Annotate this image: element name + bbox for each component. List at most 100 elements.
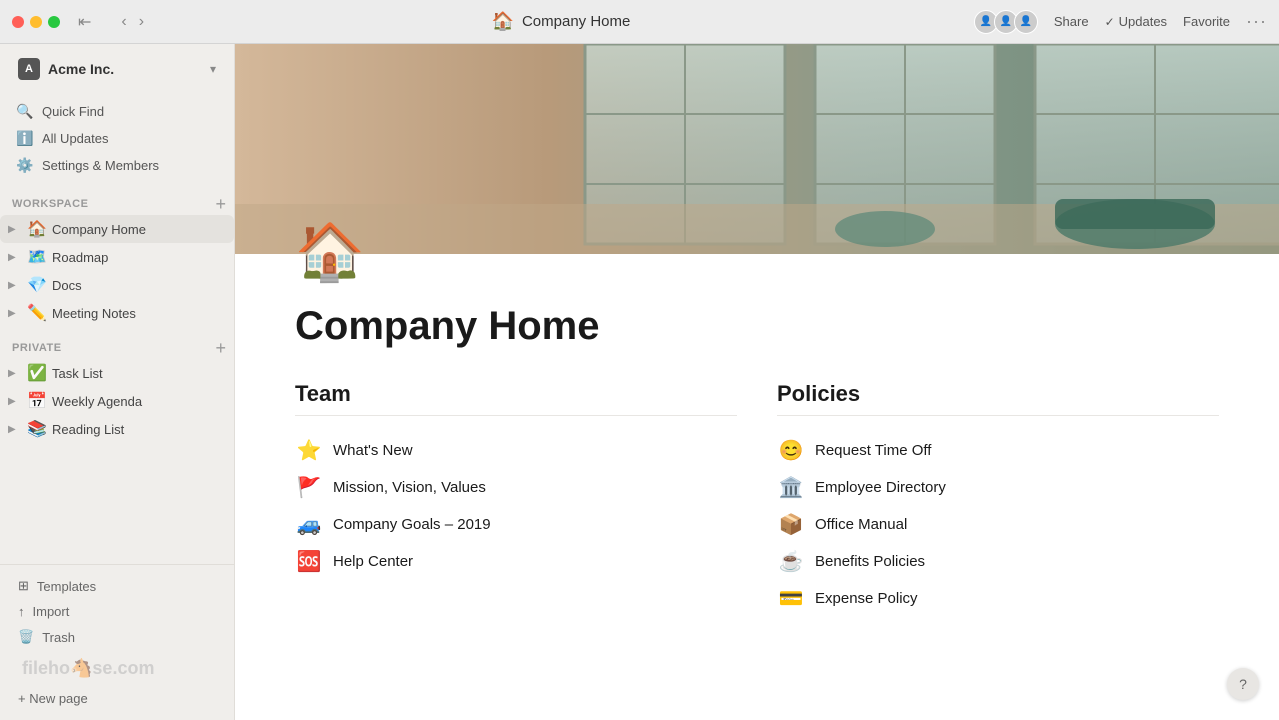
benefits-policies-icon: ☕ (777, 549, 805, 574)
mission-icon: 🚩 (295, 475, 323, 500)
main-content: 🏠 Company Home Team ⭐ What's New 🚩 Missi… (235, 44, 1279, 720)
workspace-header[interactable]: A Acme Inc. ▾ (10, 52, 224, 86)
titlebar-actions: 👤 👤 👤 Share ✓ Updates Favorite ··· (974, 10, 1267, 34)
help-center-icon: 🆘 (295, 549, 323, 574)
page-title-breadcrumb: Company Home (522, 13, 630, 30)
weekly-agenda-label: Weekly Agenda (52, 394, 226, 409)
hero-svg (235, 44, 1279, 254)
link-company-goals[interactable]: 🚙 Company Goals – 2019 (295, 506, 737, 543)
sidebar-top: A Acme Inc. ▾ (0, 44, 234, 94)
filehorse-text: fileho🐴se.com (22, 658, 154, 678)
request-time-off-label: Request Time Off (815, 442, 931, 459)
sidebar-item-docs[interactable]: ▶ 💎 Docs (0, 271, 234, 299)
roadmap-icon: 🗺️ (26, 247, 48, 267)
meeting-notes-icon: ✏️ (26, 303, 48, 323)
company-home-label: Company Home (52, 222, 226, 237)
company-home-icon: 🏠 (26, 219, 48, 239)
sidebar-item-roadmap[interactable]: ▶ 🗺️ Roadmap (0, 243, 234, 271)
policies-column: Policies 😊 Request Time Off 🏛️ Employee … (777, 381, 1219, 617)
page-icon-area: 🏠 (235, 224, 1279, 280)
sidebar-item-meeting-notes[interactable]: ▶ ✏️ Meeting Notes (0, 299, 234, 327)
hero-image (235, 44, 1279, 254)
trash-icon: 🗑️ (18, 629, 34, 645)
sidebar-item-settings[interactable]: ⚙️ Settings & Members (8, 152, 226, 179)
docs-label: Docs (52, 278, 226, 293)
sidebar-item-all-updates[interactable]: ℹ️ All Updates (8, 125, 226, 152)
expense-policy-label: Expense Policy (815, 590, 918, 607)
tree-chevron-icon: ▶ (8, 252, 22, 263)
minimize-button[interactable] (30, 16, 42, 28)
sidebar-item-company-home[interactable]: ▶ 🏠 Company Home ··· + (0, 215, 234, 243)
breadcrumb: 🏠 Company Home (160, 11, 962, 32)
settings-label: Settings & Members (42, 158, 159, 173)
maximize-button[interactable] (48, 16, 60, 28)
page-icon: 🏠 (492, 11, 514, 32)
sidebar-item-task-list[interactable]: ▶ ✅ Task List (0, 359, 234, 387)
request-time-off-icon: 😊 (777, 438, 805, 463)
workspace-section-header: WORKSPACE + (0, 191, 234, 215)
back-button[interactable]: ‹ (117, 11, 130, 33)
tree-chevron-icon: ▶ (8, 224, 22, 235)
sidebar-item-quick-find[interactable]: 🔍 Quick Find (8, 98, 226, 125)
forward-button[interactable]: › (135, 11, 148, 33)
workspace-add-button[interactable]: + (215, 195, 226, 213)
more-options-button[interactable]: ··· (1246, 11, 1267, 32)
sidebar-item-templates[interactable]: ⊞ Templates (10, 573, 224, 599)
templates-icon: ⊞ (18, 578, 29, 594)
traffic-lights (12, 16, 60, 28)
reading-list-label: Reading List (52, 422, 226, 437)
updates-button[interactable]: ✓ Updates (1105, 14, 1167, 29)
reading-list-icon: 📚 (26, 419, 48, 439)
sidebar: A Acme Inc. ▾ 🔍 Quick Find ℹ️ All Update… (0, 44, 235, 720)
link-employee-directory[interactable]: 🏛️ Employee Directory (777, 469, 1219, 506)
sidebar-item-weekly-agenda[interactable]: ▶ 📅 Weekly Agenda (0, 387, 234, 415)
settings-icon: ⚙️ (16, 157, 34, 174)
nav-arrows: ‹ › (117, 11, 148, 33)
link-whats-new[interactable]: ⭐ What's New (295, 432, 737, 469)
all-updates-label: All Updates (42, 131, 108, 146)
private-section: PRIVATE + ▶ ✅ Task List ▶ 📅 Weekly Agend… (0, 335, 234, 443)
team-section-title: Team (295, 381, 737, 416)
close-button[interactable] (12, 16, 24, 28)
toggle-sidebar-button[interactable]: ⇤ (72, 10, 97, 34)
link-help-center[interactable]: 🆘 Help Center (295, 543, 737, 580)
link-office-manual[interactable]: 📦 Office Manual (777, 506, 1219, 543)
new-page-button[interactable]: + New page (10, 685, 224, 712)
task-list-label: Task List (52, 366, 226, 381)
workspace-icon: A (18, 58, 40, 80)
info-icon: ℹ️ (16, 130, 34, 147)
import-icon: ↑ (18, 604, 25, 619)
templates-label: Templates (37, 579, 96, 594)
search-icon: 🔍 (16, 103, 34, 120)
sidebar-bottom: ⊞ Templates ↑ Import 🗑️ Trash fileho🐴se.… (0, 564, 234, 720)
sidebar-item-trash[interactable]: 🗑️ Trash (10, 624, 224, 650)
docs-icon: 💎 (26, 275, 48, 295)
filehorse-logo: fileho🐴se.com (10, 650, 224, 683)
link-mission-vision[interactable]: 🚩 Mission, Vision, Values (295, 469, 737, 506)
private-section-header: PRIVATE + (0, 335, 234, 359)
link-request-time-off[interactable]: 😊 Request Time Off (777, 432, 1219, 469)
employee-directory-icon: 🏛️ (777, 475, 805, 500)
avatar: 👤 (1014, 10, 1038, 34)
sidebar-item-import[interactable]: ↑ Import (10, 599, 224, 624)
share-button[interactable]: Share (1054, 14, 1089, 29)
private-add-button[interactable]: + (215, 339, 226, 357)
link-benefits-policies[interactable]: ☕ Benefits Policies (777, 543, 1219, 580)
workspace-name: Acme Inc. (48, 61, 202, 77)
meeting-notes-label: Meeting Notes (52, 306, 226, 321)
sidebar-item-reading-list[interactable]: ▶ 📚 Reading List (0, 415, 234, 443)
help-button[interactable]: ? (1227, 668, 1259, 700)
roadmap-label: Roadmap (52, 250, 226, 265)
app-body: A Acme Inc. ▾ 🔍 Quick Find ℹ️ All Update… (0, 44, 1279, 720)
link-expense-policy[interactable]: 💳 Expense Policy (777, 580, 1219, 617)
help-center-label: Help Center (333, 553, 413, 570)
favorite-button[interactable]: Favorite (1183, 14, 1230, 29)
expense-policy-icon: 💳 (777, 586, 805, 611)
tree-chevron-icon: ▶ (8, 280, 22, 291)
tree-chevron-icon: ▶ (8, 396, 22, 407)
tree-chevron-icon: ▶ (8, 424, 22, 435)
benefits-policies-label: Benefits Policies (815, 553, 925, 570)
tree-chevron-icon: ▶ (8, 308, 22, 319)
task-list-icon: ✅ (26, 363, 48, 383)
check-icon: ✓ (1105, 15, 1115, 29)
